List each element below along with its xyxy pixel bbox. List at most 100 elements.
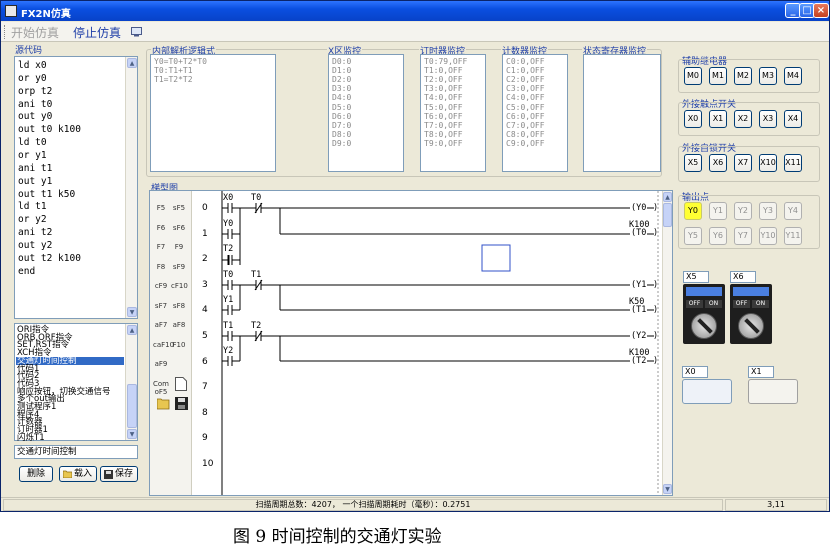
relay-button-m3[interactable]: M3 bbox=[759, 67, 777, 85]
button-x0-input[interactable]: X0 bbox=[682, 366, 708, 378]
timer-monitor-line: T1:0,OFF bbox=[424, 66, 463, 76]
timer-monitor-line: T2:0,OFF bbox=[424, 75, 463, 85]
relay-button-x0[interactable]: X0 bbox=[684, 110, 702, 128]
save-button[interactable]: 保存 bbox=[100, 466, 138, 482]
palette-tool[interactable]: sF7 bbox=[153, 302, 169, 318]
palette-tool[interactable]: aF7 bbox=[153, 321, 169, 337]
ladder-editor[interactable]: F5 sF5 F6 sF6 F7 F9 F8 sF9 cF9 cF10 sF7 sF8 aF7 aF8 ca… bbox=[149, 190, 673, 496]
relay-button-x4[interactable]: X4 bbox=[784, 110, 802, 128]
push-button-x1[interactable] bbox=[748, 379, 798, 404]
scroll-up-arrow[interactable]: ▲ bbox=[663, 192, 672, 202]
stop-sim-button[interactable]: 停止仿真 bbox=[73, 24, 121, 41]
relay-button-m0[interactable]: M0 bbox=[684, 67, 702, 85]
relay-button-x1[interactable]: X1 bbox=[709, 110, 727, 128]
counter-monitor-line: C4:0,OFF bbox=[506, 93, 545, 103]
x-monitor-line: D9:0 bbox=[332, 138, 352, 148]
x-monitor: D0:0 D1:0 D2:0 D3:0 D4:0 D5:0 D6:0 D7:0 D8:0 D9:0 bbox=[328, 54, 404, 172]
source-editor[interactable]: ▲ ▼ ld x0 or y0 orp t2 ani t0 out y0 out t0 k… bbox=[14, 56, 138, 319]
source-line: or y2 bbox=[18, 214, 47, 226]
relay-button-x7[interactable]: X7 bbox=[734, 154, 752, 172]
switch-x5-input[interactable]: X5 bbox=[683, 271, 709, 283]
scroll-up-arrow[interactable]: ▲ bbox=[127, 58, 137, 68]
coil-label: (Y0 bbox=[630, 203, 648, 213]
screen-icon[interactable] bbox=[131, 27, 142, 37]
program-name-input[interactable]: 交通灯时间控制 bbox=[14, 445, 138, 459]
scroll-up-arrow[interactable]: ▲ bbox=[127, 325, 137, 335]
floppy-icon[interactable] bbox=[175, 397, 188, 410]
program-list[interactable]: ▲ ▼ ORI指令 ORB,ORF指令 SET,RST指令 XCH指令 交通灯时间控制代… bbox=[14, 323, 138, 443]
scroll-thumb[interactable] bbox=[127, 384, 137, 428]
coil-label: (T2 bbox=[630, 356, 648, 366]
palette-tool[interactable]: sF6 bbox=[171, 224, 187, 240]
rotary-knob-icon[interactable] bbox=[691, 313, 717, 339]
relay-button-x6[interactable]: X6 bbox=[709, 154, 727, 172]
rotary-knob-icon[interactable] bbox=[738, 313, 764, 339]
source-line: ani t2 bbox=[18, 227, 53, 239]
relay-button-m4[interactable]: M4 bbox=[784, 67, 802, 85]
palette-tool[interactable]: sF5 bbox=[171, 204, 187, 220]
ext-contact-group: X0 X1 X2 X3 X4 bbox=[678, 102, 820, 136]
relay-button-m1[interactable]: M1 bbox=[709, 67, 727, 85]
palette-tool[interactable]: sF9 bbox=[171, 263, 187, 279]
x-monitor-line: D6:0 bbox=[332, 111, 352, 121]
source-scrollbar[interactable]: ▲ ▼ bbox=[125, 57, 137, 318]
palette-tool[interactable]: aF9 bbox=[153, 360, 169, 376]
palette-tool[interactable]: caF10 bbox=[153, 341, 174, 357]
palette-tool[interactable]: F10 bbox=[171, 341, 187, 357]
contact-label: Y1 bbox=[223, 295, 234, 305]
new-file-icon[interactable] bbox=[175, 377, 187, 391]
source-line: end bbox=[18, 265, 36, 277]
relay-button-x11[interactable]: X11 bbox=[784, 154, 802, 172]
rung-number: 3 bbox=[202, 279, 208, 290]
counter-monitor-line: C0:0,OFF bbox=[506, 57, 545, 66]
palette-tool[interactable]: F7 bbox=[153, 243, 169, 259]
palette-tool[interactable]: cF10 bbox=[171, 282, 188, 298]
rotary-switch-x6[interactable]: OFF ON bbox=[730, 284, 772, 344]
rung-number: 6 bbox=[202, 356, 208, 367]
close-button[interactable]: × bbox=[813, 3, 829, 18]
palette-tool[interactable]: aF8 bbox=[171, 321, 187, 337]
on-label: ON bbox=[752, 300, 769, 308]
source-line: orp t2 bbox=[18, 85, 53, 97]
push-button-x0[interactable] bbox=[682, 379, 732, 404]
relay-button-x10[interactable]: X10 bbox=[759, 154, 777, 172]
delete-button[interactable]: 删除 bbox=[19, 466, 53, 482]
palette-tool[interactable]: cF9 bbox=[153, 282, 169, 298]
button-x1-input[interactable]: X1 bbox=[748, 366, 774, 378]
off-label: OFF bbox=[733, 300, 750, 308]
rung-number: 5 bbox=[202, 331, 208, 341]
output-y10: Y10 bbox=[759, 227, 777, 245]
open-folder-icon[interactable] bbox=[157, 397, 171, 410]
relay-button-m2[interactable]: M2 bbox=[734, 67, 752, 85]
source-line: or y1 bbox=[18, 149, 47, 161]
relay-button-x2[interactable]: X2 bbox=[734, 110, 752, 128]
load-button[interactable]: 载入 bbox=[59, 466, 97, 482]
palette-tool[interactable]: F6 bbox=[153, 224, 169, 240]
scroll-down-arrow[interactable]: ▼ bbox=[127, 429, 137, 439]
scan-info: 扫描周期总数：4207， 一个扫描周期耗时（毫秒）：0.2751 bbox=[3, 499, 723, 511]
program-list-item[interactable]: 闪烁T1 bbox=[17, 434, 45, 443]
ladder-scrollbar[interactable]: ▲ ▼ bbox=[662, 191, 672, 495]
rotary-switch-x5[interactable]: OFF ON bbox=[683, 284, 725, 344]
relay-button-x3[interactable]: X3 bbox=[759, 110, 777, 128]
palette-tool[interactable]: Com oF5 bbox=[153, 380, 169, 396]
relay-button-x5[interactable]: X5 bbox=[684, 154, 702, 172]
figure-caption: 图 9 时间控制的交通灯实验 bbox=[233, 527, 442, 547]
palette-tool[interactable]: F9 bbox=[171, 243, 187, 259]
palette-tool[interactable]: F5 bbox=[153, 204, 169, 220]
scroll-thumb[interactable] bbox=[663, 203, 672, 227]
source-line: or y0 bbox=[18, 72, 47, 84]
ladder-canvas[interactable] bbox=[194, 191, 664, 495]
palette-tool[interactable]: sF8 bbox=[171, 302, 187, 318]
palette-tool[interactable] bbox=[171, 360, 187, 376]
palette-tool[interactable]: F8 bbox=[153, 263, 169, 279]
timer-monitor-line: T0:79,OFF bbox=[424, 57, 468, 66]
program-list-scrollbar[interactable]: ▲ ▼ bbox=[125, 324, 137, 440]
scroll-down-arrow[interactable]: ▼ bbox=[127, 307, 137, 317]
switch-x6-input[interactable]: X6 bbox=[730, 271, 756, 283]
coil-end: ) bbox=[653, 331, 659, 341]
coil-end: ) bbox=[653, 280, 659, 290]
start-sim-button[interactable]: 开始仿真 bbox=[11, 24, 59, 41]
scroll-down-arrow[interactable]: ▼ bbox=[663, 484, 672, 494]
source-line: out y0 bbox=[18, 111, 53, 123]
